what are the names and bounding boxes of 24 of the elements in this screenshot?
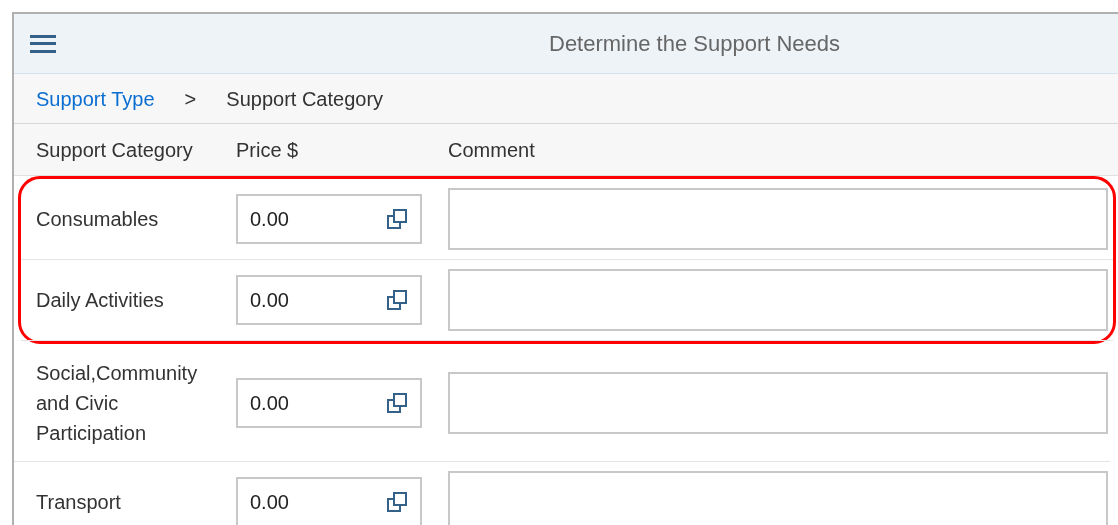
value-help-icon[interactable]	[386, 289, 408, 311]
breadcrumb-link[interactable]: Support Type	[36, 83, 155, 114]
value-help-icon[interactable]	[386, 491, 408, 513]
category-label: Daily Activities	[36, 288, 164, 313]
price-field[interactable]: 0.00	[236, 477, 422, 525]
category-label: Social,Community and Civic Participation	[36, 360, 199, 446]
value-help-icon[interactable]	[386, 208, 408, 230]
comment-field[interactable]	[448, 471, 1108, 525]
column-header: Price $	[236, 138, 299, 161]
category-label: Consumables	[36, 207, 159, 232]
price-field[interactable]: 0.00	[236, 275, 422, 325]
price-field[interactable]: 0.00	[236, 377, 422, 428]
breadcrumb-item: Support Category	[226, 86, 384, 112]
comment-field[interactable]	[448, 188, 1108, 250]
column-header: Comment	[448, 138, 535, 161]
category-label: Transport	[36, 490, 121, 515]
menu-icon[interactable]	[30, 33, 56, 54]
comment-field[interactable]	[448, 371, 1108, 434]
price-field[interactable]: 0.00	[236, 194, 422, 244]
value-help-icon[interactable]	[386, 391, 408, 414]
breadcrumb-item: >	[184, 86, 197, 112]
page-title: Determine the Support Needs	[549, 30, 841, 58]
comment-field[interactable]	[448, 269, 1108, 331]
column-header: Support Category	[36, 138, 193, 161]
